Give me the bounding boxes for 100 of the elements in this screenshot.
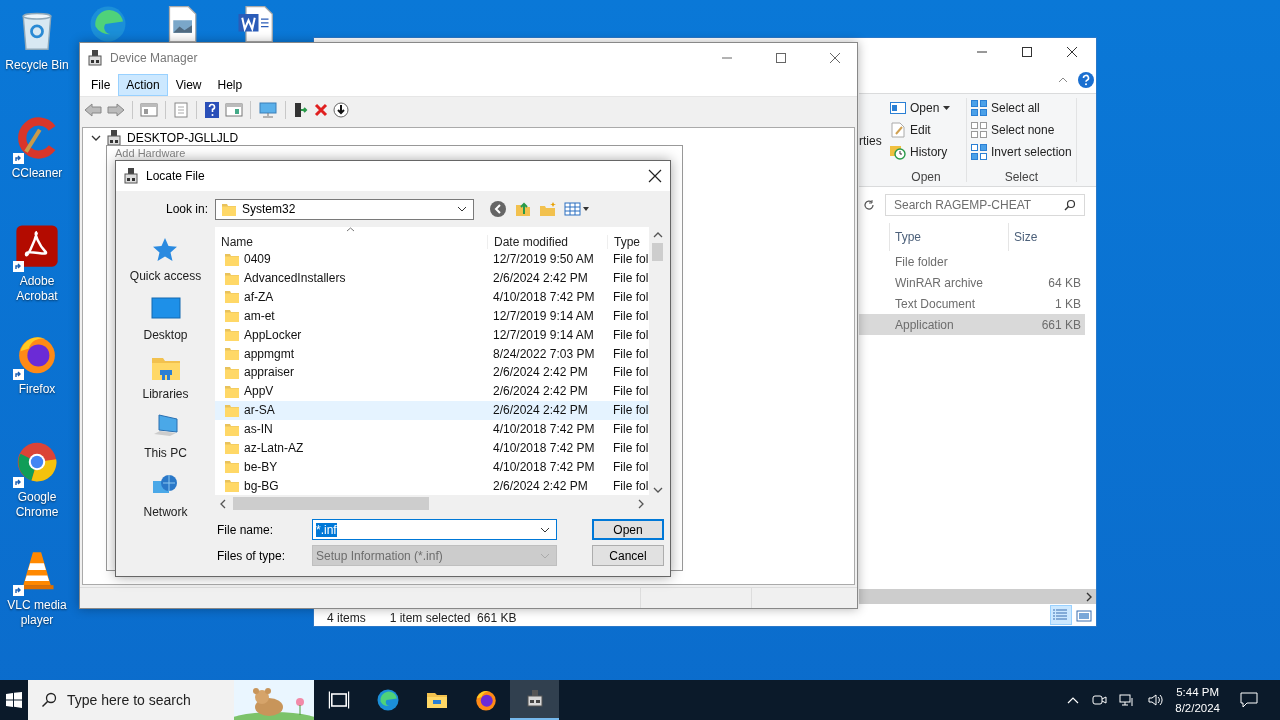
ribbon-group-label: Select xyxy=(1003,170,1040,184)
delete-icon[interactable] xyxy=(314,103,328,117)
file-row[interactable]: WinRAR archive 64 KB xyxy=(859,272,1085,293)
desktop-icon-label[interactable]: Google Chrome xyxy=(1,490,73,520)
file-row[interactable]: appraiser 2/6/2024 2:42 PM File fol xyxy=(215,363,649,382)
edge-icon xyxy=(375,688,400,712)
folder-icon xyxy=(225,403,239,417)
acrobat-icon xyxy=(15,224,59,268)
windows-start-icon[interactable] xyxy=(6,692,22,708)
column-header[interactable]: Type xyxy=(889,223,1008,251)
ribbon-button[interactable]: Edit xyxy=(890,120,962,139)
column-header[interactable]: Date modified xyxy=(487,234,607,249)
scroll-right-icon[interactable] xyxy=(1085,591,1093,602)
clock-time[interactable]: 5:44 PM xyxy=(1176,684,1220,700)
file-row[interactable]: File folder xyxy=(859,251,1085,272)
console-tree-icon[interactable] xyxy=(140,102,158,118)
search-field[interactable]: Search RAGEMP-CHEAT xyxy=(885,194,1085,216)
network-icon[interactable] xyxy=(1119,692,1136,708)
action-pane-icon[interactable] xyxy=(225,102,243,118)
thumbnail-view-icon[interactable] xyxy=(1074,607,1094,625)
maximize-icon[interactable] xyxy=(1021,46,1033,58)
help-icon[interactable] xyxy=(204,101,220,119)
field-label: File name: xyxy=(217,522,275,537)
caret-icon xyxy=(540,526,550,533)
grid-icon xyxy=(971,121,987,138)
refresh-icon[interactable] xyxy=(863,199,875,211)
look-in-dropdown[interactable]: System32 xyxy=(215,198,474,220)
menu-item[interactable]: Action xyxy=(118,73,168,96)
file-row[interactable]: Text Document 1 KB xyxy=(859,293,1085,314)
cancel-button[interactable]: Cancel xyxy=(592,545,664,566)
file-row[interactable]: appmgmt 8/24/2022 7:03 PM File fol xyxy=(215,344,649,363)
file-row[interactable]: af-ZA 4/10/2018 7:42 PM File fol xyxy=(215,287,649,307)
view-menu-icon[interactable] xyxy=(564,201,590,217)
folder-icon xyxy=(225,460,239,474)
file-name-field[interactable]: *.inf xyxy=(312,519,557,540)
horizontal-scrollbar[interactable] xyxy=(859,589,1096,604)
desktop-icon-label[interactable]: CCleaner xyxy=(1,166,73,181)
folder-icon xyxy=(225,347,239,361)
scroll-left-icon[interactable] xyxy=(219,498,227,509)
file-row[interactable]: be-BY 4/10/2018 7:42 PM File fol xyxy=(215,457,649,477)
caret-icon xyxy=(540,552,550,559)
menu-item[interactable]: View xyxy=(167,73,210,96)
desktop-icon-label[interactable]: VLC media player xyxy=(1,598,73,628)
desktop-icon-label[interactable]: Firefox xyxy=(1,382,73,397)
place-button[interactable]: This PC xyxy=(144,412,187,460)
file-row[interactable]: ar-SA 2/6/2024 2:42 PM File fol xyxy=(215,400,649,420)
tree-item[interactable]: DESKTOP-JGLLJLD xyxy=(127,131,239,145)
expand-chevron-icon[interactable] xyxy=(91,134,101,142)
column-header[interactable]: Name xyxy=(215,234,487,249)
scroll-up-icon[interactable] xyxy=(652,231,663,239)
ribbon-button[interactable]: Invert selection xyxy=(971,142,1072,161)
monitor-icon[interactable] xyxy=(258,102,278,118)
up-folder-icon[interactable] xyxy=(514,200,532,218)
meet-now-icon[interactable] xyxy=(1091,692,1108,708)
notification-icon[interactable] xyxy=(1240,692,1258,708)
place-button[interactable]: Desktop xyxy=(143,294,188,342)
ribbon-button[interactable]: Select all xyxy=(971,98,1072,117)
scrollbar-thumb[interactable] xyxy=(233,497,429,511)
file-row[interactable]: as-IN 4/10/2018 7:42 PM File fol xyxy=(215,419,649,439)
open-button[interactable]: Open xyxy=(592,519,664,540)
ribbon-button[interactable]: History xyxy=(890,142,962,161)
clock-date[interactable]: 8/2/2024 xyxy=(1175,700,1220,716)
scroll-down-icon[interactable] xyxy=(652,486,663,494)
place-button[interactable]: Libraries xyxy=(142,353,189,401)
close-icon[interactable] xyxy=(1066,46,1078,58)
file-row[interactable]: AdvancedInstallers 2/6/2024 2:42 PM File fol xyxy=(215,268,649,288)
file-row[interactable]: AppLocker 12/7/2019 9:14 AM File fol xyxy=(215,325,649,345)
window-title: Add Hardware xyxy=(115,147,186,159)
file-row[interactable]: az-Latn-AZ 4/10/2018 7:42 PM File fol xyxy=(215,438,649,458)
column-header[interactable]: Size xyxy=(1008,223,1086,251)
file-row[interactable]: am-et 12/7/2019 9:14 AM File fol xyxy=(215,306,649,326)
menu-item[interactable]: File xyxy=(83,73,119,96)
window-title: Device Manager xyxy=(110,51,198,65)
back-icon[interactable] xyxy=(489,200,507,218)
field-label: Look in: xyxy=(164,202,208,216)
ribbon-button[interactable]: Open xyxy=(890,98,962,117)
download-icon[interactable] xyxy=(333,102,349,118)
scroll-right-icon[interactable] xyxy=(637,498,645,509)
ribbon-label[interactable]: rties xyxy=(859,94,886,186)
add-driver-icon[interactable] xyxy=(293,102,309,118)
menu-item[interactable]: Help xyxy=(209,73,251,96)
file-row[interactable]: 0409 12/7/2019 9:50 AM File fol xyxy=(215,249,649,269)
ribbon-button[interactable]: Select none xyxy=(971,120,1072,139)
close-icon[interactable] xyxy=(648,169,662,183)
forward-arrow-icon[interactable] xyxy=(107,103,125,117)
help-icon[interactable] xyxy=(1078,71,1094,88)
taskbar-search-field[interactable]: Type here to search xyxy=(28,680,314,720)
place-button[interactable]: Quick access xyxy=(129,235,202,283)
back-arrow-icon[interactable] xyxy=(84,103,102,117)
desktop-icon-label[interactable]: Adobe Acrobat xyxy=(1,274,73,304)
file-row[interactable]: bg-BG 2/6/2024 2:42 PM File fol xyxy=(215,476,649,495)
volume-icon[interactable] xyxy=(1147,692,1164,708)
file-row[interactable]: Application 661 KB xyxy=(859,314,1085,335)
file-row[interactable]: AppV 2/6/2024 2:42 PM File fol xyxy=(215,381,649,401)
scrollbar-thumb[interactable] xyxy=(652,243,663,261)
desktop-icon-label[interactable]: Recycle Bin xyxy=(1,58,73,73)
maximize-icon[interactable] xyxy=(775,52,787,64)
place-button[interactable]: Network xyxy=(143,471,188,519)
chevron-up-icon[interactable] xyxy=(1067,696,1080,704)
collapse-ribbon-icon[interactable] xyxy=(1058,75,1068,84)
